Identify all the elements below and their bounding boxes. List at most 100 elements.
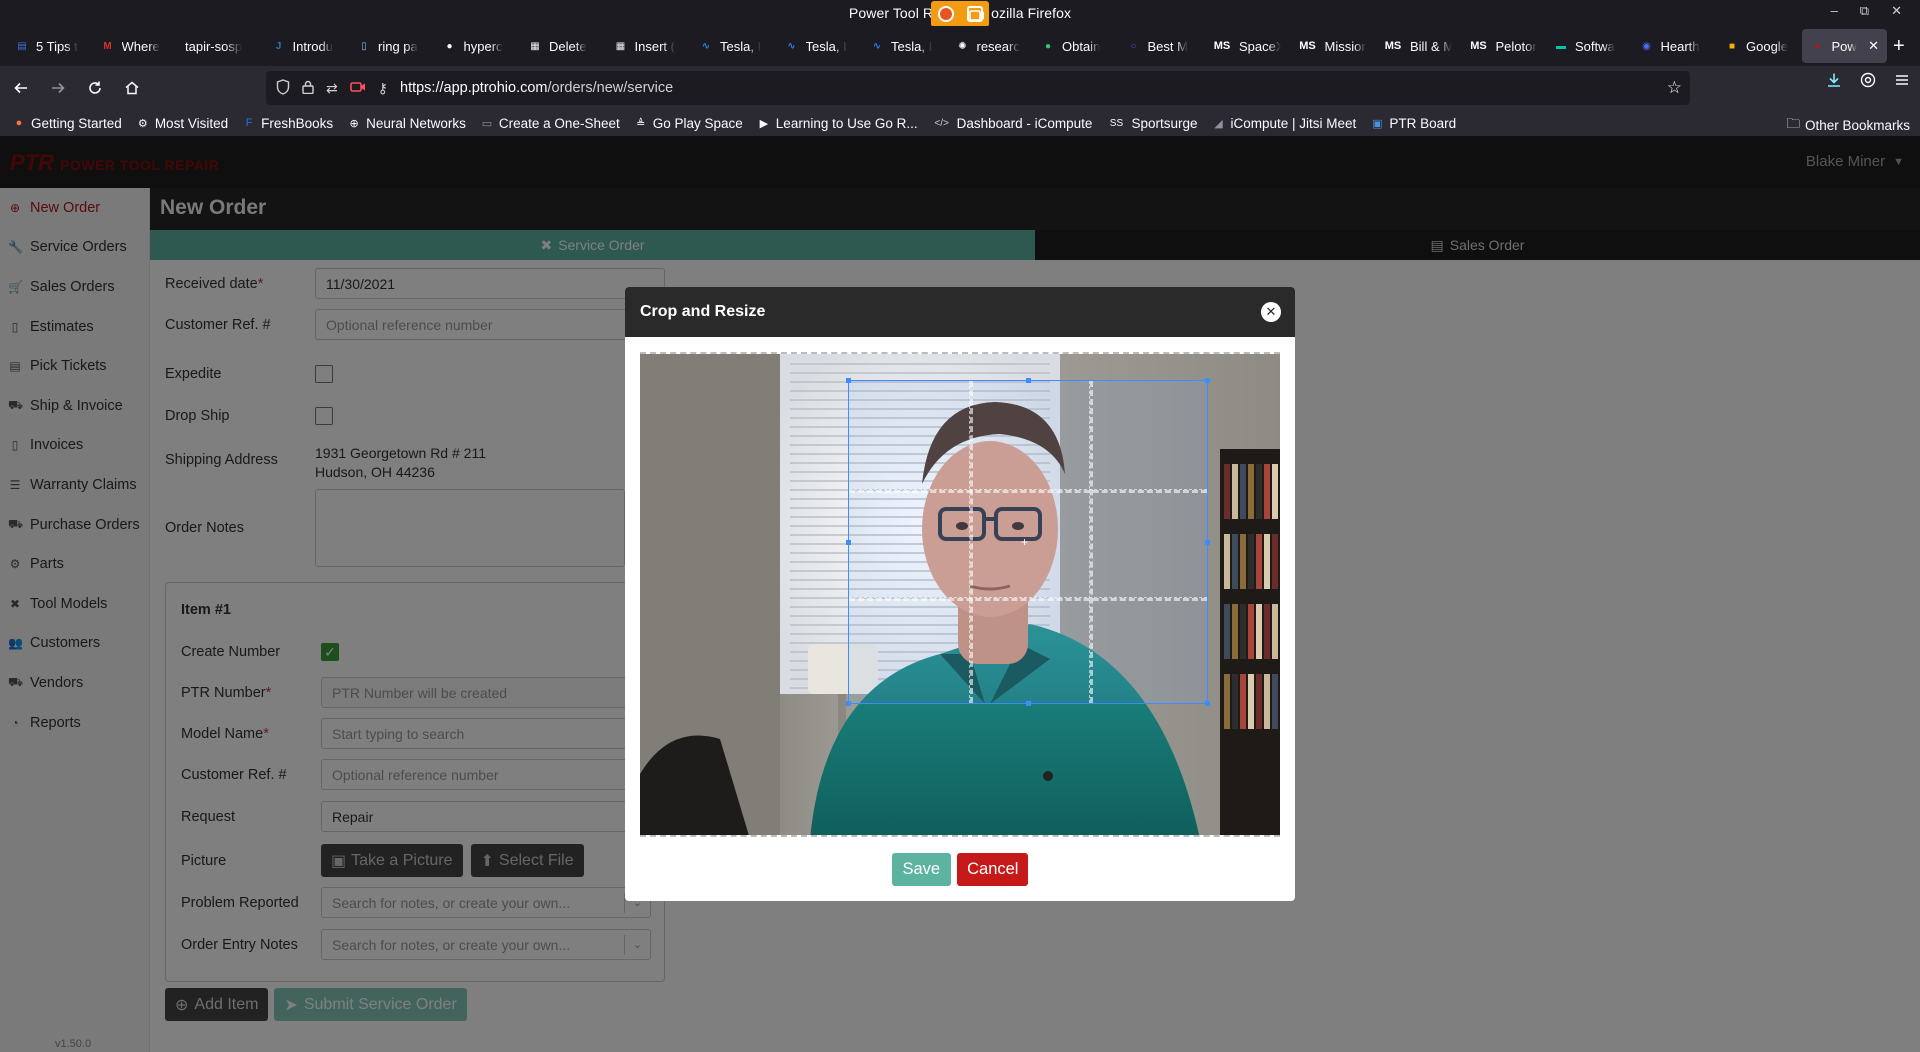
url-text[interactable]: https://app.ptrohio.com/orders/new/servi… (400, 80, 673, 96)
lock-icon[interactable] (302, 80, 314, 97)
browser-tab[interactable]: ∿ Tesla, I (690, 29, 776, 63)
browser-tab[interactable]: ∿ Tesla, I (861, 29, 947, 63)
browser-tab[interactable]: ○ Best M (1118, 29, 1204, 63)
crop-handle-nw[interactable] (846, 378, 851, 383)
browser-tab[interactable]: J Introdu (263, 29, 349, 63)
menu-icon[interactable] (1894, 72, 1910, 93)
permissions-icon[interactable]: ⇄ (326, 80, 338, 97)
camera-icon (966, 6, 984, 22)
chart-icon: ∿ (701, 40, 711, 52)
forward-arrow-icon (52, 82, 65, 94)
browser-tab-label: Obtain (1062, 38, 1101, 54)
save-button[interactable]: Save (891, 853, 952, 886)
back-button[interactable] (5, 72, 37, 104)
crop-guide-v1 (969, 381, 973, 703)
close-window-icon[interactable]: ✕ (1891, 3, 1902, 19)
browser-tab-label: Tesla, I (891, 38, 933, 54)
browser-tab-label: Google (1746, 38, 1788, 54)
bookmark-label: Sportsurge (1131, 115, 1198, 131)
browser-tab[interactable]: ● Pow ✕ (1801, 29, 1887, 63)
crop-handle-se[interactable] (1205, 701, 1210, 706)
crop-handle-ne[interactable] (1205, 378, 1210, 383)
bookmark-item[interactable]: ▶ Learning to Use Go R... (757, 116, 918, 131)
chart-icon: ∿ (787, 40, 796, 52)
key-icon[interactable]: ⚷ (378, 80, 388, 97)
ms-icon: MS (1470, 40, 1487, 52)
globe-icon: ⊕ (349, 117, 359, 130)
bookmark-item[interactable]: ⊕ Neural Networks (347, 116, 466, 131)
close-icon[interactable]: ✕ (1261, 302, 1281, 322)
browser-tab-label: hyperc (463, 38, 503, 54)
browser-tab[interactable]: MS Bill & M (1374, 29, 1460, 63)
toolbar-right (1826, 72, 1910, 93)
browser-tab[interactable]: ▯ ring pa (348, 29, 434, 63)
browser-tab[interactable]: MS Peloton (1460, 29, 1546, 63)
bookmark-item[interactable]: </> Dashboard - iCompute (932, 116, 1092, 131)
modal-header: Crop and Resize (625, 287, 1295, 337)
shield-icon[interactable] (276, 78, 290, 98)
crop-handle-s[interactable] (1026, 701, 1031, 706)
file-icon: ▯ (361, 40, 367, 52)
browser-tab[interactable]: ∿ Tesla, I (776, 29, 862, 63)
crop-selection-box[interactable]: + (846, 378, 1210, 706)
bookmark-item[interactable]: ⚙ Most Visited (136, 116, 228, 131)
browser-tab[interactable]: ✺ researc (947, 29, 1033, 63)
firefox-icon (937, 6, 954, 22)
bookmark-item[interactable]: ≜ Go Play Space (634, 116, 743, 131)
browser-tab[interactable]: ▦ Delete (519, 29, 605, 63)
bookmark-label: FreshBooks (261, 115, 334, 131)
crop-handle-n[interactable] (1026, 378, 1031, 383)
bookmark-item[interactable]: SS Sportsurge (1106, 115, 1198, 131)
reload-button[interactable] (79, 72, 111, 104)
hp-icon: ▬ (1556, 40, 1566, 52)
browser-tab[interactable]: ● hyperc (434, 29, 520, 63)
bookmark-item[interactable]: ● Getting Started (12, 116, 122, 131)
browser-tab[interactable]: MS SpaceX (1203, 29, 1289, 63)
bookmark-label: Neural Networks (366, 115, 466, 131)
browser-tab[interactable]: MS Missior (1289, 29, 1375, 63)
minimize-icon[interactable]: – (1831, 3, 1838, 19)
cancel-button[interactable]: Cancel (957, 853, 1029, 886)
crop-handle-sw[interactable] (846, 701, 851, 706)
browser-tab[interactable]: ● Obtain (1032, 29, 1118, 63)
browser-tab[interactable]: ▬ Softwa (1545, 29, 1631, 63)
browser-tab[interactable]: ▦ Insert ( (605, 29, 691, 63)
crop-resize-modal: Crop and Resize ✕ + Save Cancel (625, 287, 1295, 901)
bookmark-item[interactable]: F FreshBooks (242, 116, 333, 131)
browser-tab-label: Insert ( (634, 38, 675, 54)
bookmark-item[interactable]: ▣ PTR Board (1370, 116, 1456, 131)
browser-tab[interactable]: ◉ Hearth (1631, 29, 1717, 63)
url-bar[interactable]: ⇄ ⚷ https://app.ptrohio.com/orders/new/s… (266, 71, 1690, 105)
camera-sharing-icon[interactable] (349, 80, 366, 96)
restore-icon[interactable]: ⧉ (1860, 3, 1869, 19)
crop-area[interactable]: + (640, 352, 1280, 837)
other-bookmarks[interactable]: 🗀 Other Bookmarks (1786, 114, 1910, 137)
browser-tab[interactable]: ■ Google (1716, 29, 1802, 63)
home-button[interactable] (116, 72, 148, 104)
browser-tab-label: Introdu (292, 38, 333, 54)
bookmark-item[interactable]: ◢ iCompute | Jitsi Meet (1212, 116, 1356, 131)
new-tab-icon[interactable]: + (1893, 35, 1905, 58)
ms-icon: MS (1384, 40, 1402, 52)
window-title-right: ozilla Firefox (991, 5, 1072, 21)
crop-handle-e[interactable] (1205, 540, 1210, 545)
video-icon: ▶ (759, 117, 769, 130)
browser-tab[interactable]: ▤ 5 Tips t (6, 29, 92, 63)
bookmark-item[interactable]: ▭ Create a One-Sheet (480, 116, 620, 131)
browser-tab-label: Peloton (1495, 38, 1538, 54)
modal-buttons: Save Cancel (625, 853, 1295, 886)
browser-tab[interactable]: tapir-sosp (177, 29, 263, 63)
bookmark-star-icon[interactable]: ☆ (1667, 78, 1682, 98)
crop-handle-w[interactable] (846, 540, 851, 545)
bookmark-label: Go Play Space (652, 115, 743, 131)
browser-tab[interactable]: M Where (92, 29, 178, 63)
tab-close-icon[interactable]: ✕ (1868, 38, 1879, 54)
account-icon[interactable] (1860, 72, 1876, 93)
slides-icon: ■ (1728, 40, 1736, 52)
ptr-icon: ● (1814, 40, 1821, 52)
sharing-indicator[interactable] (931, 1, 989, 27)
download-icon[interactable] (1826, 72, 1842, 93)
browser-tab-label: 5 Tips t (36, 38, 78, 54)
firefox-icon: ● (15, 117, 23, 129)
forward-button[interactable] (42, 72, 74, 104)
